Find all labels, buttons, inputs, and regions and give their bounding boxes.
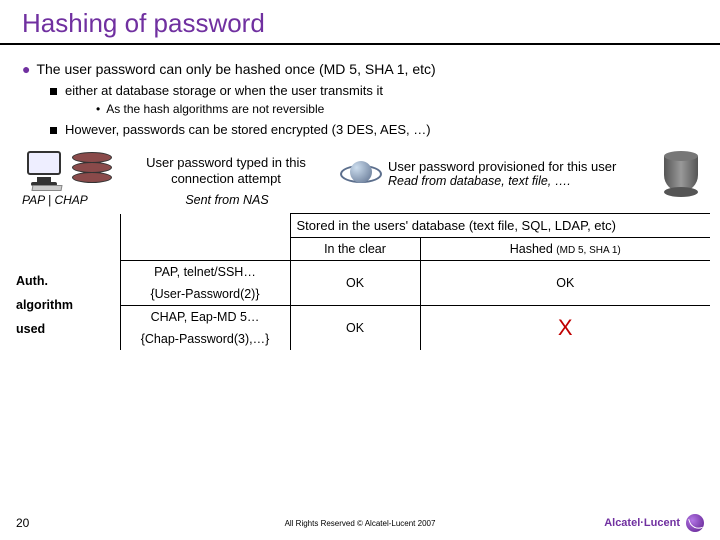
row2-proto: CHAP, Eap-MD 5…	[120, 306, 290, 329]
monitor-icon	[22, 151, 66, 191]
copyright: All Rights Reserved © Alcatel-Lucent 200…	[285, 519, 436, 528]
row1-attr: {User-Password(2)}	[120, 283, 290, 306]
bullet-main: ● The user password can only be hashed o…	[22, 61, 698, 77]
sub-sub-bullet: • As the hash algorithms are not reversi…	[50, 102, 698, 116]
brand-text: Alcatel·Lucent	[604, 517, 680, 529]
content-area: ● The user password can only be hashed o…	[0, 45, 720, 137]
square-icon	[50, 88, 57, 95]
square-icon	[50, 127, 57, 134]
page-number: 20	[16, 516, 56, 530]
read-from-label: Read from database, text file, ….	[388, 174, 658, 188]
col-clear: In the clear	[290, 238, 420, 261]
sub-bullet-1: either at database storage or when the u…	[50, 83, 698, 98]
database-cylinder-icon	[664, 151, 698, 197]
bullet-dot-icon: ●	[22, 61, 30, 77]
sub-bullet-2: However, passwords can be stored encrypt…	[50, 122, 698, 137]
cell-pap-clear: OK	[290, 261, 420, 306]
bullet-main-text: The user password can only be hashed onc…	[36, 61, 435, 77]
sent-from-nas: Sent from NAS	[122, 193, 332, 207]
diagram-row: User password typed in this connection a…	[0, 141, 720, 207]
right-caption: User password provisioned for this user	[388, 160, 658, 174]
small-dot-icon: •	[96, 102, 100, 116]
sub-bullet-1-text: either at database storage or when the u…	[65, 83, 383, 98]
cell-chap-clear: OK	[290, 306, 420, 351]
footer: 20 All Rights Reserved © Alcatel-Lucent …	[0, 514, 720, 532]
sub-sub-text: As the hash algorithms are not reversibl…	[106, 102, 324, 116]
orb-icon	[340, 153, 382, 195]
row2-attr: {Chap-Password(3),…}	[120, 328, 290, 350]
cell-chap-hashed: X	[420, 306, 710, 351]
stored-caption: Stored in the users' database (text file…	[290, 214, 710, 238]
col-hashed: Hashed (MD 5, SHA 1)	[420, 238, 710, 261]
left-caption: User password typed in this connection a…	[120, 155, 332, 186]
brand-logo-icon	[686, 514, 704, 532]
brand: Alcatel·Lucent	[604, 514, 704, 532]
comparison-table: Stored in the users' database (text file…	[10, 213, 710, 350]
pap-chap-label: PAP | CHAP	[22, 193, 122, 207]
sub-bullet-2-text: However, passwords can be stored encrypt…	[65, 122, 431, 137]
algo-label: Auth. algorithm used	[10, 261, 120, 351]
server-disks-icon	[72, 152, 114, 190]
slide-title: Hashing of password	[0, 0, 720, 45]
row1-proto: PAP, telnet/SSH…	[120, 261, 290, 284]
cell-pap-hashed: OK	[420, 261, 710, 306]
